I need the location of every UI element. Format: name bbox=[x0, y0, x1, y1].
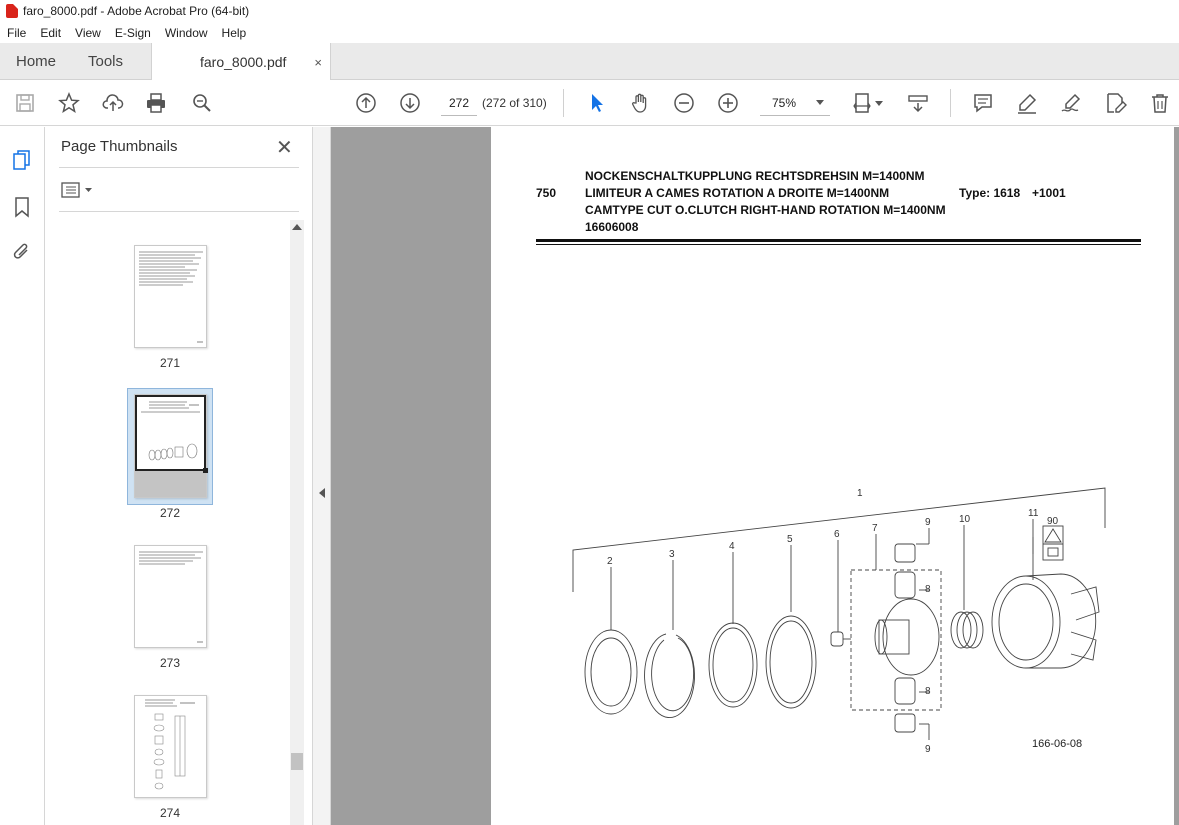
title-english: CAMTYPE CUT O.CLUTCH RIGHT-HAND ROTATION… bbox=[585, 203, 946, 217]
panel-divider bbox=[59, 211, 299, 212]
page-count: (272 of 310) bbox=[482, 96, 547, 110]
callout-label: 4 bbox=[729, 541, 735, 552]
part-number: 16606008 bbox=[585, 220, 639, 234]
callout-label: 90 bbox=[1047, 516, 1059, 527]
chevron-down-icon bbox=[816, 100, 824, 105]
thumbnail-page-272[interactable] bbox=[134, 394, 208, 498]
save-icon[interactable] bbox=[13, 91, 37, 115]
zoom-level-select[interactable]: 75% bbox=[760, 90, 830, 116]
callout-label: 2 bbox=[607, 556, 613, 567]
thumbnail-content-lines bbox=[139, 551, 203, 643]
thumbnails-scrollbar[interactable] bbox=[290, 220, 304, 825]
tab-tools[interactable]: Tools bbox=[88, 43, 123, 80]
sign-pen-icon[interactable] bbox=[1059, 91, 1083, 115]
window-title: faro_8000.pdf - Adobe Acrobat Pro (64-bi… bbox=[23, 4, 250, 18]
highlight-pen-icon[interactable] bbox=[1015, 91, 1039, 115]
hand-tool-icon[interactable] bbox=[628, 91, 652, 115]
item-number: 750 bbox=[536, 186, 557, 200]
menu-bar: File Edit View E-Sign Window Help bbox=[0, 22, 253, 43]
zoom-out-icon[interactable] bbox=[672, 91, 696, 115]
title-bar: faro_8000.pdf - Adobe Acrobat Pro (64-bi… bbox=[0, 0, 1179, 22]
acrobat-pdf-icon bbox=[6, 4, 18, 18]
thumbnail-page-274[interactable] bbox=[134, 695, 207, 798]
menu-help[interactable]: Help bbox=[215, 26, 254, 40]
toolbar-divider bbox=[950, 89, 951, 117]
callout-label: 6 bbox=[834, 529, 840, 540]
callout-label: 3 bbox=[669, 549, 675, 560]
tab-home[interactable]: Home bbox=[16, 43, 56, 80]
edit-pdf-icon[interactable] bbox=[1104, 91, 1128, 115]
callout-label: 8 bbox=[925, 584, 931, 595]
callout-label: 5 bbox=[787, 534, 793, 545]
thumbnail-label: 273 bbox=[159, 656, 181, 670]
tab-bar: Home Tools faro_8000.pdf × bbox=[0, 43, 1179, 81]
zoom-level-value: 75% bbox=[772, 95, 797, 110]
scroll-up-icon[interactable] bbox=[292, 224, 302, 230]
menu-esign[interactable]: E-Sign bbox=[108, 26, 158, 40]
comment-icon[interactable] bbox=[971, 91, 995, 115]
collapse-left-icon[interactable] bbox=[319, 488, 325, 498]
print-icon[interactable] bbox=[144, 91, 168, 115]
thumbnail-content-lines bbox=[145, 699, 195, 790]
callout-label: 8 bbox=[925, 686, 931, 697]
header-rule bbox=[536, 244, 1141, 245]
panel-close-icon[interactable]: ✕ bbox=[276, 135, 293, 160]
page-thumbnails-icon[interactable] bbox=[11, 149, 33, 171]
page-fit-icon[interactable] bbox=[851, 91, 875, 115]
zoom-in-icon[interactable] bbox=[716, 91, 740, 115]
scrollbar-thumb[interactable] bbox=[291, 753, 303, 770]
type-label: Type: 1618 bbox=[959, 186, 1021, 200]
thumbnail-visible-area bbox=[135, 395, 206, 471]
drawing-reference: 166-06-08 bbox=[1032, 738, 1083, 750]
callout-label: 7 bbox=[872, 523, 878, 534]
callout-label: 11 bbox=[1028, 508, 1039, 519]
thumbnail-page-271[interactable] bbox=[134, 245, 207, 348]
title-german: NOCKENSCHALTKUPPLUNG RECHTSDREHSIN M=140… bbox=[585, 169, 925, 183]
thumbnail-page-273[interactable] bbox=[134, 545, 207, 648]
previous-page-icon[interactable] bbox=[354, 91, 378, 115]
select-cursor-icon[interactable] bbox=[585, 91, 609, 115]
attachments-paperclip-icon[interactable] bbox=[11, 241, 33, 263]
toolbar-divider bbox=[563, 89, 564, 117]
scrolling-mode-icon[interactable] bbox=[906, 91, 930, 115]
thumbnail-label: 274 bbox=[159, 806, 181, 820]
callout-label: 10 bbox=[959, 514, 971, 525]
callout-label: 9 bbox=[925, 517, 931, 528]
panel-divider bbox=[59, 167, 299, 168]
delete-trash-icon[interactable] bbox=[1148, 91, 1172, 115]
menu-file[interactable]: File bbox=[0, 26, 33, 40]
panel-collapse-bar[interactable] bbox=[313, 127, 331, 825]
upload-cloud-icon[interactable] bbox=[101, 91, 125, 115]
thumbnail-content-lines bbox=[139, 251, 203, 343]
options-list-icon bbox=[61, 182, 92, 198]
menu-view[interactable]: View bbox=[68, 26, 108, 40]
type-suffix: +1001 bbox=[1032, 186, 1066, 200]
title-french: LIMITEUR A CAMES ROTATION A DROITE M=140… bbox=[585, 186, 890, 200]
pdf-page[interactable]: 750 NOCKENSCHALTKUPPLUNG RECHTSDREHSIN M… bbox=[491, 127, 1174, 825]
page-number-input[interactable]: 272 bbox=[441, 90, 477, 116]
callout-label: 1 bbox=[857, 488, 863, 499]
bookmark-star-icon[interactable] bbox=[57, 91, 81, 115]
tab-close-icon[interactable]: × bbox=[314, 55, 322, 70]
panel-title: Page Thumbnails bbox=[61, 138, 178, 155]
thumbnail-options-button[interactable] bbox=[61, 181, 95, 199]
tab-document-label: faro_8000.pdf bbox=[200, 54, 287, 70]
page-fit-dropdown-icon[interactable] bbox=[873, 91, 885, 115]
callout-label: 9 bbox=[925, 744, 931, 755]
left-rail bbox=[0, 127, 45, 825]
tab-document[interactable]: faro_8000.pdf × bbox=[151, 43, 331, 81]
zoom-search-icon[interactable] bbox=[190, 91, 214, 115]
thumbnail-label: 272 bbox=[159, 506, 181, 520]
menu-window[interactable]: Window bbox=[158, 26, 215, 40]
next-page-icon[interactable] bbox=[398, 91, 422, 115]
bookmarks-icon[interactable] bbox=[11, 196, 33, 218]
thumbnail-content-lines bbox=[141, 401, 200, 461]
exploded-parts-drawing: 1 2 3 4 5 6 7 8 8 9 9 10 11 90 bbox=[572, 487, 1106, 755]
header-rule bbox=[536, 239, 1141, 242]
thumbnail-label: 271 bbox=[159, 356, 181, 370]
thumbnail-resize-handle[interactable] bbox=[203, 468, 208, 473]
menu-edit[interactable]: Edit bbox=[33, 26, 68, 40]
